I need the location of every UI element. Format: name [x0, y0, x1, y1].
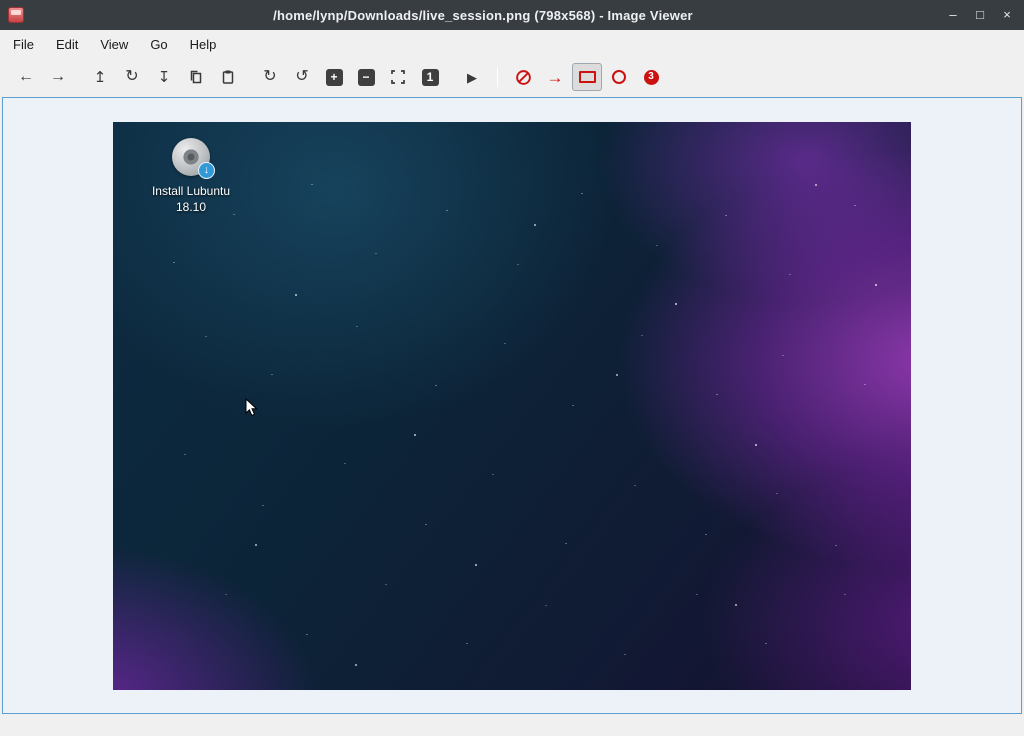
zoom-in-icon: +: [326, 69, 343, 86]
number-tool-icon: 3: [644, 70, 659, 85]
rotate-counterclockwise-button[interactable]: ↺: [287, 63, 317, 91]
rotate-clockwise-button[interactable]: ↻: [255, 63, 285, 91]
rectangle-tool-icon: [579, 71, 596, 83]
reload-button[interactable]: ↻: [117, 63, 147, 91]
annotation-none-button[interactable]: [508, 63, 538, 91]
image-viewport[interactable]: ↓ Install Lubuntu 18.10: [2, 97, 1022, 714]
displayed-image: ↓ Install Lubuntu 18.10: [113, 122, 911, 690]
fit-window-icon: [390, 69, 406, 85]
download-badge-icon: ↓: [198, 162, 215, 179]
original-size-icon: 1: [422, 69, 439, 86]
save-button[interactable]: ↧: [149, 63, 179, 91]
menu-go[interactable]: Go: [139, 33, 178, 56]
toolbar-gap: [244, 77, 254, 78]
previous-icon: ←: [18, 69, 34, 85]
maximize-button[interactable]: □: [971, 0, 989, 30]
annotation-number-button[interactable]: 3: [636, 63, 666, 91]
minimize-button[interactable]: –: [944, 0, 962, 30]
previous-button[interactable]: ←: [11, 63, 41, 91]
desktop-icon-label: Install Lubuntu 18.10: [139, 183, 243, 217]
menu-view[interactable]: View: [89, 33, 139, 56]
titlebar[interactable]: /home/lynp/Downloads/live_session.png (7…: [0, 0, 1024, 30]
menu-help[interactable]: Help: [179, 33, 228, 56]
copy-button[interactable]: [181, 63, 211, 91]
arrow-tool-icon: →: [547, 69, 564, 86]
install-lubuntu-shortcut: ↓ Install Lubuntu 18.10: [139, 138, 243, 217]
toolbar-separator: [497, 67, 498, 87]
rotate-clockwise-icon: ↻: [263, 69, 276, 85]
cd-disc-icon: ↓: [172, 138, 210, 176]
paste-button[interactable]: [213, 63, 243, 91]
zoom-out-icon: −: [358, 69, 375, 86]
fit-window-button[interactable]: [383, 63, 413, 91]
copy-icon: [188, 69, 204, 85]
desktop-icon-label-line1: Install Lubuntu: [139, 183, 243, 200]
slideshow-play-button[interactable]: ▶: [457, 63, 487, 91]
upload-button[interactable]: ↥: [85, 63, 115, 91]
upload-icon: ↥: [94, 70, 107, 85]
mouse-cursor-icon: [245, 398, 258, 418]
toolbar-gap: [74, 77, 84, 78]
menu-file[interactable]: File: [2, 33, 45, 56]
desktop-icon-label-line2: 18.10: [139, 199, 243, 216]
window-controls: – □ ×: [944, 0, 1016, 30]
save-icon: ↧: [158, 70, 171, 85]
reload-icon: ↻: [125, 69, 138, 85]
rotate-counterclockwise-icon: ↺: [295, 69, 308, 85]
cd-hole: [184, 149, 199, 164]
menu-edit[interactable]: Edit: [45, 33, 89, 56]
annotation-rectangle-button[interactable]: [572, 63, 602, 91]
paste-icon: [220, 69, 236, 85]
toolbar: ← → ↥ ↻ ↧ ↻: [0, 58, 1024, 96]
zoom-out-button[interactable]: −: [351, 63, 381, 91]
starfield-layer-bright: [113, 122, 115, 124]
next-icon: →: [50, 69, 66, 85]
annotation-arrow-button[interactable]: →: [540, 63, 570, 91]
play-icon: ▶: [467, 71, 477, 84]
window-title: /home/lynp/Downloads/live_session.png (7…: [32, 8, 934, 23]
close-button[interactable]: ×: [998, 0, 1016, 30]
app-icon: [8, 7, 24, 23]
menubar: File Edit View Go Help: [0, 30, 1024, 58]
no-annotation-icon: [515, 69, 532, 86]
next-button[interactable]: →: [43, 63, 73, 91]
image-viewer-window: /home/lynp/Downloads/live_session.png (7…: [0, 0, 1024, 736]
annotation-circle-button[interactable]: [604, 63, 634, 91]
circle-tool-icon: [612, 70, 626, 84]
original-size-button[interactable]: 1: [415, 63, 445, 91]
toolbar-gap: [446, 77, 456, 78]
zoom-in-button[interactable]: +: [319, 63, 349, 91]
down-arrow-glyph: ↓: [204, 165, 210, 176]
